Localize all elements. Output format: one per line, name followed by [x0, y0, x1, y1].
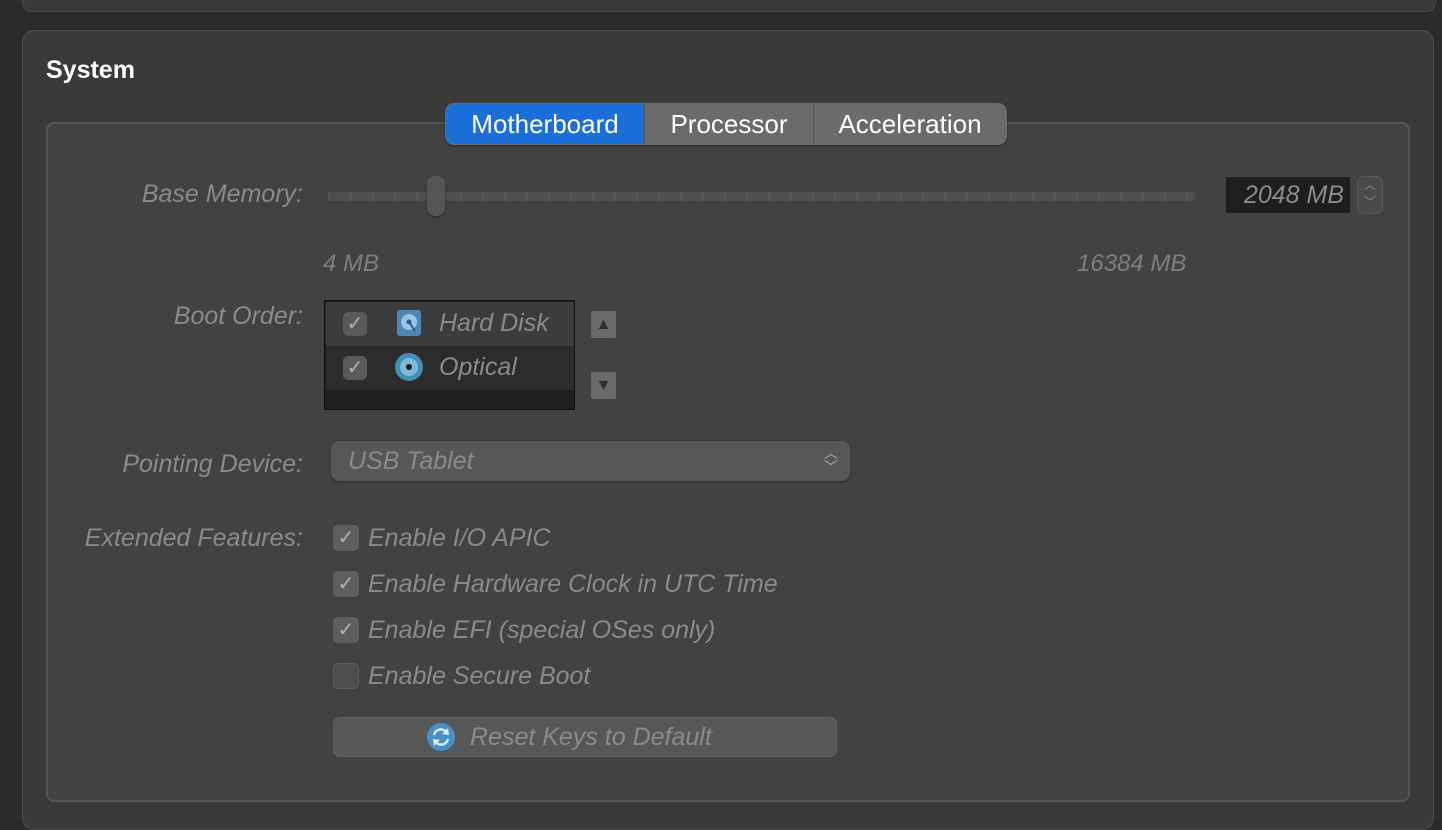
- move-up-button[interactable]: ▲: [591, 311, 616, 338]
- base-memory-slider-thumb[interactable]: [427, 176, 446, 216]
- pointing-device-value: USB Tablet: [348, 447, 474, 475]
- memory-min-label: 4 MB: [323, 250, 380, 277]
- utc-clock-checkbox[interactable]: ✓: [333, 571, 359, 597]
- boot-item-label: Optical: [439, 353, 517, 381]
- feature-label: Enable I/O APIC: [368, 524, 551, 552]
- reset-keys-label: Reset Keys to Default: [470, 723, 712, 751]
- chevron-updown-icon: ︿ ﹀: [824, 445, 838, 475]
- optical-disc-icon: [395, 353, 423, 381]
- boot-order-list: ✓ Hard Disk ✓ Optical: [324, 300, 575, 410]
- pointing-device-label: Pointing Device:: [122, 450, 303, 478]
- tab-processor[interactable]: Processor: [644, 104, 813, 144]
- tab-acceleration[interactable]: Acceleration: [813, 104, 1006, 144]
- slider-ticks: [328, 192, 1196, 201]
- arrow-down-icon: ▼: [595, 377, 612, 394]
- stepper-up-icon[interactable]: ︿: [1358, 177, 1382, 194]
- extended-features-label: Extended Features:: [84, 524, 303, 552]
- tab-bar: Motherboard Processor Acceleration: [445, 103, 1007, 145]
- reset-keys-button[interactable]: Reset Keys to Default: [333, 717, 837, 757]
- refresh-icon: [427, 723, 455, 751]
- base-memory-field[interactable]: 2048 MB: [1226, 177, 1350, 213]
- boot-item-hard-disk[interactable]: ✓ Hard Disk: [326, 302, 574, 346]
- io-apic-checkbox[interactable]: ✓: [333, 525, 359, 551]
- base-memory-stepper[interactable]: ︿ ﹀: [1357, 176, 1383, 214]
- base-memory-label: Base Memory:: [141, 180, 303, 208]
- move-down-button[interactable]: ▼: [591, 372, 616, 399]
- stepper-down-icon[interactable]: ﹀: [1358, 194, 1382, 211]
- boot-order-label: Boot Order:: [173, 302, 303, 330]
- hard-disk-icon: [397, 310, 421, 336]
- feature-label: Enable Secure Boot: [368, 662, 591, 690]
- feature-label: Enable Hardware Clock in UTC Time: [368, 570, 778, 598]
- boot-item-optical[interactable]: ✓ Optical: [326, 346, 574, 390]
- previous-section-panel: [22, 0, 1436, 12]
- section-title: System: [46, 56, 135, 84]
- boot-optical-checkbox[interactable]: ✓: [343, 356, 367, 380]
- arrow-up-icon: ▲: [595, 316, 612, 333]
- boot-hard-disk-checkbox[interactable]: ✓: [343, 312, 367, 336]
- boot-item-label: Hard Disk: [439, 309, 549, 337]
- pointing-device-select[interactable]: USB Tablet ︿ ﹀: [331, 441, 850, 481]
- efi-checkbox[interactable]: ✓: [333, 617, 359, 643]
- tab-motherboard[interactable]: Motherboard: [446, 104, 644, 144]
- feature-label: Enable EFI (special OSes only): [368, 616, 716, 644]
- secure-boot-checkbox[interactable]: [333, 663, 359, 689]
- memory-max-label: 16384 MB: [1077, 250, 1187, 277]
